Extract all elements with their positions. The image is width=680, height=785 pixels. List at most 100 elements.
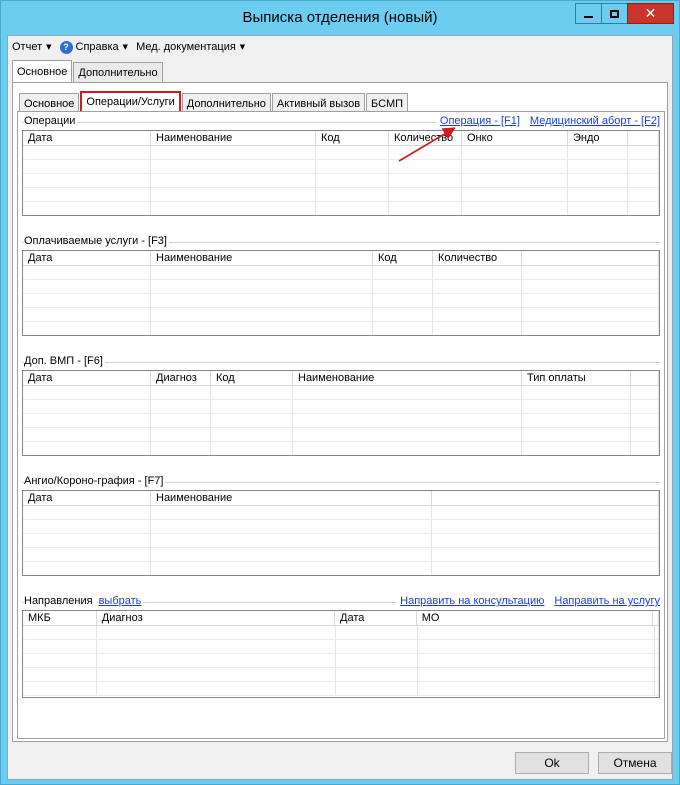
referrals-table[interactable]: МКБ Диагноз Дата МО bbox=[22, 610, 660, 698]
table-cell[interactable] bbox=[462, 174, 568, 187]
table-cell[interactable] bbox=[433, 280, 522, 293]
maximize-button[interactable] bbox=[601, 3, 628, 24]
table-cell[interactable] bbox=[23, 400, 151, 413]
paid-services-table[interactable]: Дата Наименование Код Количество bbox=[22, 250, 660, 336]
table-cell[interactable] bbox=[23, 386, 151, 399]
table-cell[interactable] bbox=[151, 520, 432, 533]
table-cell[interactable] bbox=[655, 682, 659, 695]
table-cell[interactable] bbox=[336, 640, 418, 653]
consult-referral-link[interactable]: Направить на консультацию bbox=[400, 595, 544, 607]
column-header[interactable]: Дата bbox=[23, 131, 151, 145]
table-cell[interactable] bbox=[522, 428, 631, 441]
table-cell[interactable] bbox=[151, 188, 316, 201]
table-row[interactable] bbox=[23, 202, 659, 215]
tab-active-call[interactable]: Активный вызов bbox=[271, 93, 366, 113]
table-cell[interactable] bbox=[522, 414, 631, 427]
table-cell[interactable] bbox=[433, 294, 522, 307]
table-cell[interactable] bbox=[293, 414, 522, 427]
table-cell[interactable] bbox=[389, 188, 462, 201]
table-cell[interactable] bbox=[522, 400, 631, 413]
table-cell[interactable] bbox=[293, 386, 522, 399]
table-cell[interactable] bbox=[373, 266, 433, 279]
table-cell[interactable] bbox=[432, 548, 659, 561]
table-cell[interactable] bbox=[211, 428, 293, 441]
table-cell[interactable] bbox=[418, 626, 655, 639]
table-row[interactable] bbox=[23, 280, 659, 294]
tab-operations-services[interactable]: Операции/Услуги bbox=[80, 91, 181, 113]
table-row[interactable] bbox=[23, 534, 659, 548]
column-header[interactable]: Наименование bbox=[293, 371, 522, 385]
table-cell[interactable] bbox=[151, 266, 373, 279]
table-cell[interactable] bbox=[433, 308, 522, 321]
tab-additional[interactable]: Дополнительно bbox=[73, 62, 163, 82]
table-cell[interactable] bbox=[628, 160, 659, 173]
table-cell[interactable] bbox=[433, 322, 522, 335]
table-cell[interactable] bbox=[462, 202, 568, 215]
column-header[interactable]: Наименование bbox=[151, 251, 373, 265]
table-cell[interactable] bbox=[628, 174, 659, 187]
table-cell[interactable] bbox=[211, 442, 293, 455]
table-cell[interactable] bbox=[522, 386, 631, 399]
table-row[interactable] bbox=[23, 400, 659, 414]
table-row[interactable] bbox=[23, 626, 659, 640]
table-cell[interactable] bbox=[336, 668, 418, 681]
table-body[interactable] bbox=[23, 266, 659, 335]
table-cell[interactable] bbox=[23, 640, 97, 653]
table-cell[interactable] bbox=[522, 442, 631, 455]
menu-med-docs[interactable]: Мед. документация ▼ bbox=[132, 37, 249, 57]
table-cell[interactable] bbox=[628, 146, 659, 159]
table-cell[interactable] bbox=[628, 188, 659, 201]
table-row[interactable] bbox=[23, 520, 659, 534]
table-cell[interactable] bbox=[432, 520, 659, 533]
tab-main[interactable]: Основное bbox=[12, 60, 73, 82]
table-row[interactable] bbox=[23, 562, 659, 575]
table-cell[interactable] bbox=[432, 534, 659, 547]
vmp-table[interactable]: Дата Диагноз Код Наименование Тип оплаты bbox=[22, 370, 660, 456]
table-cell[interactable] bbox=[522, 280, 659, 293]
table-cell[interactable] bbox=[316, 146, 389, 159]
table-cell[interactable] bbox=[373, 322, 433, 335]
column-header[interactable]: Наименование bbox=[151, 491, 432, 505]
table-cell[interactable] bbox=[151, 386, 211, 399]
table-body[interactable] bbox=[23, 626, 659, 697]
table-cell[interactable] bbox=[522, 322, 659, 335]
table-cell[interactable] bbox=[151, 280, 373, 293]
table-cell[interactable] bbox=[151, 294, 373, 307]
angio-table[interactable]: Дата Наименование bbox=[22, 490, 660, 576]
table-cell[interactable] bbox=[373, 294, 433, 307]
table-cell[interactable] bbox=[23, 626, 97, 639]
table-cell[interactable] bbox=[23, 322, 151, 335]
table-cell[interactable] bbox=[23, 280, 151, 293]
table-cell[interactable] bbox=[316, 202, 389, 215]
table-cell[interactable] bbox=[336, 626, 418, 639]
table-cell[interactable] bbox=[316, 160, 389, 173]
table-cell[interactable] bbox=[151, 442, 211, 455]
table-cell[interactable] bbox=[23, 428, 151, 441]
table-cell[interactable] bbox=[568, 188, 628, 201]
table-cell[interactable] bbox=[151, 428, 211, 441]
operations-table[interactable]: Дата Наименование Код Количество Онко Эндо bbox=[22, 130, 660, 216]
operation-link[interactable]: Операция - [F1] bbox=[440, 115, 520, 127]
table-cell[interactable] bbox=[293, 442, 522, 455]
column-header[interactable]: Тип оплаты bbox=[522, 371, 631, 385]
table-cell[interactable] bbox=[655, 640, 659, 653]
table-cell[interactable] bbox=[23, 520, 151, 533]
table-cell[interactable] bbox=[151, 308, 373, 321]
column-header[interactable]: Наименование bbox=[151, 131, 316, 145]
table-cell[interactable] bbox=[23, 534, 151, 547]
table-cell[interactable] bbox=[316, 188, 389, 201]
table-row[interactable] bbox=[23, 682, 659, 696]
column-header[interactable]: Количество bbox=[433, 251, 522, 265]
column-header[interactable]: Код bbox=[316, 131, 389, 145]
table-cell[interactable] bbox=[23, 160, 151, 173]
abortion-link[interactable]: Медицинский аборт - [F2] bbox=[530, 115, 660, 127]
table-row[interactable] bbox=[23, 308, 659, 322]
column-header[interactable]: Дата bbox=[335, 611, 417, 625]
table-cell[interactable] bbox=[462, 146, 568, 159]
table-cell[interactable] bbox=[97, 668, 336, 681]
table-cell[interactable] bbox=[336, 682, 418, 695]
table-cell[interactable] bbox=[23, 414, 151, 427]
table-cell[interactable] bbox=[631, 400, 659, 413]
tab-inner-additional[interactable]: Дополнительно bbox=[181, 93, 271, 113]
table-cell[interactable] bbox=[23, 682, 97, 695]
